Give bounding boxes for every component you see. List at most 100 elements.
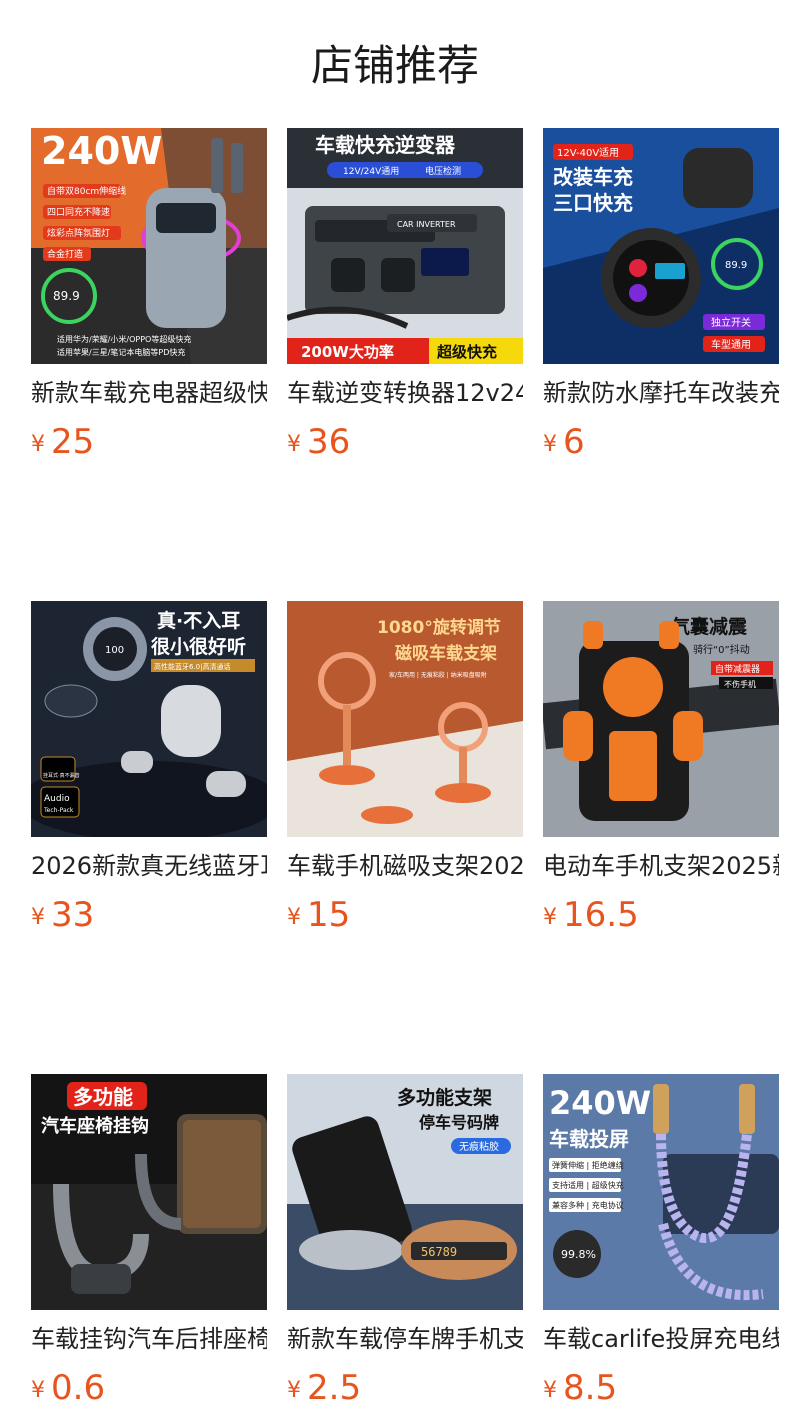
image-tag: 自带减震器 <box>715 663 760 675</box>
image-subline: 磁吸车载支架 <box>395 643 497 664</box>
image-footer: 200W大功率 <box>301 343 394 361</box>
image-display: 89.9 <box>53 289 80 303</box>
car-charger-image[interactable]: 240W 自带双80cm伸缩线 四口同充不降速 炫彩点阵氛围灯 合金打造 89.… <box>31 128 267 364</box>
image-headline: 改装车充 <box>553 165 633 189</box>
image-headline: 真·不入耳 <box>157 609 240 632</box>
price-value: 6 <box>563 422 585 462</box>
product-name[interactable]: 车载逆变转换器12v24v <box>287 378 523 408</box>
product-card[interactable]: 1080°旋转调节 磁吸车载支架 家/车两用 | 无痕粘胶 | 纳米吸盘吸附 车… <box>287 601 523 941</box>
inverter-image[interactable]: 车载快充逆变器 12V/24V通用 电压检测 CAR INVERTER 200W… <box>287 128 523 364</box>
image-tag: 独立开关 <box>711 316 751 329</box>
product-price: ¥0.6 <box>31 1368 267 1414</box>
image-subline: 停车号码牌 <box>419 1113 499 1132</box>
seat-hook-image[interactable]: 多功能 汽车座椅挂钩 <box>31 1074 267 1310</box>
currency-symbol: ¥ <box>543 905 557 930</box>
image-tag: 不伤手机 <box>724 679 756 689</box>
product-name[interactable]: 新款车载停车牌手机支架 <box>287 1324 523 1354</box>
image-footer: 超级快充 <box>436 343 497 361</box>
image-headline: 气囊减震 <box>670 615 748 638</box>
image-tag: 支持适用 | 超级快充 <box>552 1180 624 1190</box>
image-tag: 四口同充不降速 <box>47 206 110 218</box>
product-name[interactable]: 电动车手机支架2025新款 <box>543 851 779 881</box>
price-value: 15 <box>307 895 351 935</box>
image-tag: 12V-40V适用 <box>557 147 619 159</box>
image-badge: Tech-Pack <box>43 807 74 814</box>
image-headline: 240W <box>549 1084 651 1122</box>
price-value: 0.6 <box>51 1368 106 1408</box>
price-value: 2.5 <box>307 1368 362 1408</box>
currency-symbol: ¥ <box>287 1378 301 1403</box>
product-price: ¥36 <box>287 422 523 468</box>
product-name[interactable]: 新款防水摩托车改装充电器 <box>543 378 779 408</box>
product-name[interactable]: 车载挂钩汽车后排座椅挂钩 <box>31 1324 267 1354</box>
image-tag: 车型通用 <box>711 338 751 351</box>
currency-symbol: ¥ <box>31 1378 45 1403</box>
product-price: ¥15 <box>287 895 523 941</box>
image-tag: 合金打造 <box>47 248 83 260</box>
product-card[interactable]: 240W 车载投屏 弹簧伸缩 | 拒绝缠绕 支持适用 | 超级快充 兼容多种 |… <box>543 1074 779 1414</box>
product-card[interactable]: 多功能 汽车座椅挂钩 车载挂钩汽车后排座椅挂钩 ¥0.6 <box>31 1074 267 1414</box>
price-value: 16.5 <box>563 895 639 935</box>
image-tag: 弹簧伸缩 | 拒绝缠绕 <box>552 1160 624 1170</box>
image-footer: 适用苹果/三星/笔记本电脑等PD快充 <box>57 347 185 357</box>
image-badge: 挂耳式·真不漏音 <box>43 772 80 779</box>
image-display: 89.9 <box>725 260 747 271</box>
product-price: ¥25 <box>31 422 267 468</box>
product-name[interactable]: 2026新款真无线蓝牙耳机 <box>31 851 267 881</box>
product-price: ¥33 <box>31 895 267 941</box>
image-display: 99.8% <box>561 1248 596 1261</box>
currency-symbol: ¥ <box>287 905 301 930</box>
product-price: ¥8.5 <box>543 1368 779 1414</box>
product-card[interactable]: 车载快充逆变器 12V/24V通用 电压检测 CAR INVERTER 200W… <box>287 128 523 468</box>
image-tag: 高性能蓝牙6.0|高清通话 <box>154 662 231 671</box>
product-card[interactable]: 真·不入耳 很小很好听 高性能蓝牙6.0|高清通话 100 挂耳式·真不漏音 A… <box>31 601 267 941</box>
product-card[interactable]: 多功能支架 停车号码牌 无痕粘胶 56789 新款车载停车牌手机支架 ¥2.5 <box>287 1074 523 1414</box>
image-display: 100 <box>105 645 124 656</box>
image-tag: 12V/24V通用 <box>343 166 399 177</box>
image-subline: 三口快充 <box>553 191 633 215</box>
image-badge: Audio <box>44 794 70 804</box>
currency-symbol: ¥ <box>543 432 557 457</box>
bike-phone-holder-image[interactable]: 气囊减震 骑行“0”抖动 自带减震器 不伤手机 <box>543 601 779 837</box>
image-headline: 1080°旋转调节 <box>377 617 501 638</box>
parking-sign-image[interactable]: 多功能支架 停车号码牌 无痕粘胶 56789 <box>287 1074 523 1310</box>
currency-symbol: ¥ <box>287 432 301 457</box>
earbuds-image[interactable]: 真·不入耳 很小很好听 高性能蓝牙6.0|高清通话 100 挂耳式·真不漏音 A… <box>31 601 267 837</box>
price-value: 8.5 <box>563 1368 618 1408</box>
product-price: ¥6 <box>543 422 779 468</box>
product-price: ¥2.5 <box>287 1368 523 1414</box>
product-name[interactable]: 车载carlife投屏充电线 <box>543 1324 779 1354</box>
price-value: 36 <box>307 422 351 462</box>
product-name[interactable]: 车载手机磁吸支架2026新款 <box>287 851 523 881</box>
image-subline: 骑行“0”抖动 <box>693 643 750 656</box>
image-tag: 炫彩点阵氛围灯 <box>47 227 110 239</box>
image-subline: 很小很好听 <box>151 635 246 658</box>
price-value: 33 <box>51 895 95 935</box>
magnetic-mount-image[interactable]: 1080°旋转调节 磁吸车载支架 家/车两用 | 无痕粘胶 | 纳米吸盘吸附 <box>287 601 523 837</box>
carlife-cable-image[interactable]: 240W 车载投屏 弹簧伸缩 | 拒绝缠绕 支持适用 | 超级快充 兼容多种 |… <box>543 1074 779 1310</box>
image-tag: 家/车两用 | 无痕粘胶 | 纳米吸盘吸附 <box>389 671 487 679</box>
product-name[interactable]: 新款车载充电器超级快充 <box>31 378 267 408</box>
image-headline: 多功能支架 <box>397 1086 492 1109</box>
product-grid: 240W 自带双80cm伸缩线 四口同充不降速 炫彩点阵氛围灯 合金打造 89.… <box>31 128 779 1414</box>
image-tag: 无痕粘胶 <box>459 1140 499 1153</box>
image-footer: 适用华为/荣耀/小米/OPPO等超级快充 <box>57 334 191 344</box>
currency-symbol: ¥ <box>543 1378 557 1403</box>
product-price: ¥16.5 <box>543 895 779 941</box>
image-subline: 汽车座椅挂钩 <box>41 1115 149 1137</box>
image-tag: 电压检测 <box>425 165 461 177</box>
price-value: 25 <box>51 422 95 462</box>
product-card[interactable]: 气囊减震 骑行“0”抖动 自带减震器 不伤手机 电动车手机支架2025新款 ¥1… <box>543 601 779 941</box>
currency-symbol: ¥ <box>31 432 45 457</box>
page-title: 店铺推荐 <box>310 41 479 90</box>
product-card[interactable]: 12V-40V适用 改装车充 三口快充 89.9 独立开关 车型通用 新款防水摩… <box>543 128 779 468</box>
image-headline: 240W <box>41 129 162 173</box>
image-tag: 自带双80cm伸缩线 <box>47 185 126 197</box>
motorcycle-charger-image[interactable]: 12V-40V适用 改装车充 三口快充 89.9 独立开关 车型通用 <box>543 128 779 364</box>
image-headline: 多功能 <box>73 1085 133 1109</box>
image-headline: 车载快充逆变器 <box>315 133 456 157</box>
product-card[interactable]: 240W 自带双80cm伸缩线 四口同充不降速 炫彩点阵氛围灯 合金打造 89.… <box>31 128 267 468</box>
image-tag: 兼容多种 | 充电协议 <box>552 1200 624 1210</box>
currency-symbol: ¥ <box>31 905 45 930</box>
image-display: CAR INVERTER <box>397 220 456 229</box>
